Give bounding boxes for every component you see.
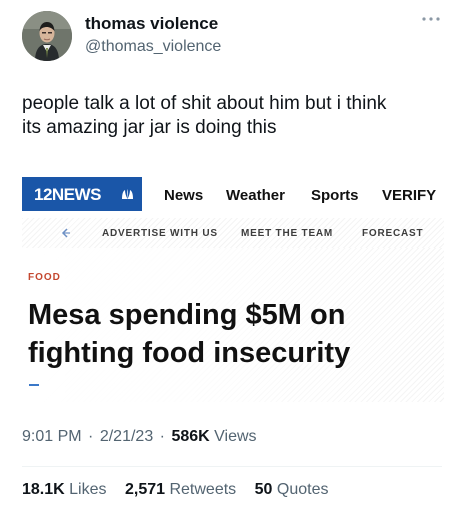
news-headline-line-2: fighting food insecurity [28,337,351,369]
news-subnav-advertise[interactable]: ADVERTISE WITH US [102,228,218,239]
more-options-icon[interactable] [420,14,442,24]
author-display-name[interactable]: thomas violence [85,14,218,34]
stats-divider [22,466,442,467]
retweets-stat[interactable]: 2,571 Retweets [125,481,236,499]
news-subnav-bar: ADVERTISE WITH US MEET THE TEAM FORECAST [22,218,444,249]
news-nav-news[interactable]: News [164,187,203,204]
quotes-label: Quotes [276,481,329,498]
tweet-time[interactable]: 9:01 PM [22,428,82,445]
tweet-stats: 18.1K Likes 2,571 Retweets 50 Quotes [22,481,342,499]
likes-label: Likes [69,481,107,498]
views-label: Views [214,428,257,445]
news-headline[interactable]: Mesa spending $5M on fighting food insec… [28,296,440,372]
news-site-header: 12NEWS News Weather Sports VERIFY [22,170,444,219]
news-headline-line-1: Mesa spending $5M on [28,299,346,331]
tweet-text: people talk a lot of shit about him but … [22,92,442,140]
news-nav-verify[interactable]: VERIFY [382,187,436,204]
news-logo[interactable]: 12NEWS [22,177,142,211]
views-count: 586K [171,428,210,445]
retweets-count: 2,571 [124,481,166,498]
embedded-news-screenshot[interactable]: 12NEWS News Weather Sports VERIFY ADVERT… [22,170,444,402]
tweet-date[interactable]: 2/21/23 [100,428,153,445]
user-avatar[interactable] [22,11,72,61]
news-subnav-forecast[interactable]: FORECAST [362,228,423,239]
news-category-label: FOOD [28,272,61,283]
news-article-preview[interactable]: FOOD Mesa spending $5M on fighting food … [22,248,444,402]
quotes-stat[interactable]: 50 Quotes [255,481,329,499]
retweets-label: Retweets [169,481,237,498]
meta-separator-2: · [159,428,165,445]
tweet-text-line-1: people talk a lot of shit about him but … [22,93,387,114]
author-handle[interactable]: @thomas_violence [85,38,221,56]
quotes-count: 50 [254,481,273,498]
headline-accent-line [29,384,39,386]
avatar-image [22,11,72,61]
tweet-card: thomas violence @thomas_violence people … [0,0,462,512]
tweet-meta: 9:01 PM · 2/21/23 · 586K Views [22,428,257,446]
back-arrow-icon[interactable] [58,226,72,240]
news-nav-weather[interactable]: Weather [226,187,285,204]
news-brand-name: 12NEWS [34,185,101,204]
likes-count: 18.1K [22,481,65,498]
news-subnav-meet-team[interactable]: MEET THE TEAM [241,228,333,239]
meta-separator-1: · [88,428,94,445]
tweet-text-line-2: its amazing jar jar is doing this [22,117,277,138]
likes-stat[interactable]: 18.1K Likes [22,481,107,499]
news-nav-sports[interactable]: Sports [311,187,359,204]
peacock-logo-icon [122,189,133,199]
